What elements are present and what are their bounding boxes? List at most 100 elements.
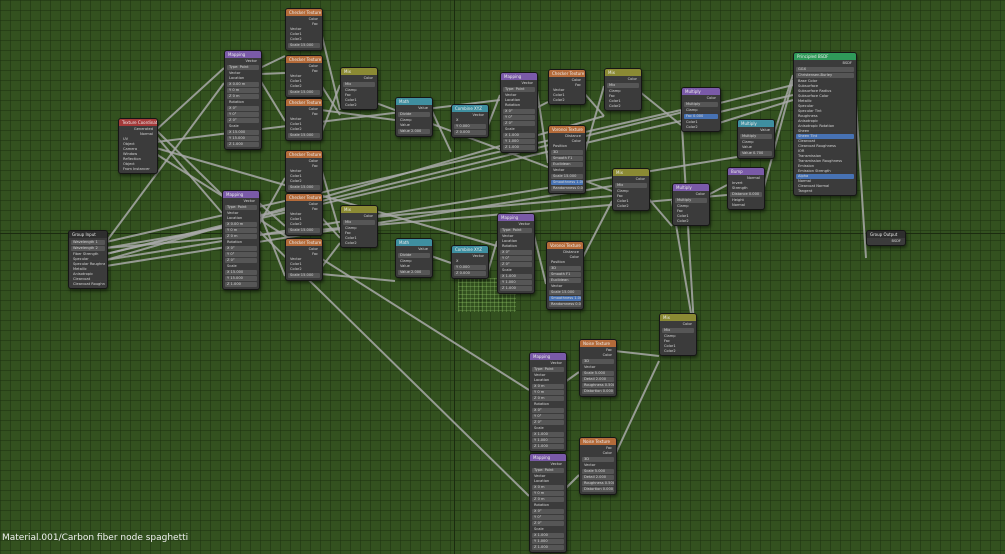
input-socket-row[interactable]: Z 0.000 xyxy=(454,130,486,135)
input-socket-row[interactable]: Smooth F1 xyxy=(549,272,581,277)
node-mapping-r2[interactable]: Mapping Vector Type: Point Vector Location Ro… xyxy=(497,213,535,294)
input-socket-row[interactable]: Y 0° xyxy=(503,115,535,120)
input-socket-row[interactable]: Z 0 m xyxy=(532,396,564,401)
input-socket-row[interactable]: Y 0.000 xyxy=(454,124,486,129)
input-socket-row[interactable]: Color2 xyxy=(288,179,320,184)
node-voronoi-2[interactable]: Voronoi Texture Distance Color Position 3D Sm… xyxy=(546,241,584,310)
node-mapping-mid[interactable]: Mapping Vector Type: Point Vector Location X … xyxy=(222,190,260,290)
node-mix-2[interactable]: Mix Color Mix Clamp Fac Color1 Color2 xyxy=(340,205,378,248)
input-socket-row[interactable]: Scale 15.000 xyxy=(288,43,320,48)
input-socket-row[interactable]: Christensen-Burley xyxy=(796,73,854,78)
input-socket-row[interactable]: Z 0° xyxy=(532,521,564,526)
input-socket-row[interactable]: X xyxy=(454,259,486,264)
input-socket-row[interactable]: Type: Point xyxy=(532,367,564,372)
input-socket-row[interactable]: X 0.00 m xyxy=(225,222,257,227)
input-socket-row[interactable]: Smooth F1 xyxy=(551,156,583,161)
input-socket-row[interactable]: X 0° xyxy=(225,246,257,251)
input-socket-row[interactable]: Z 0 m xyxy=(532,497,564,502)
node-link-wire[interactable] xyxy=(155,129,530,497)
input-socket-row[interactable]: X 15.000 xyxy=(227,130,259,135)
input-socket-row[interactable]: Divide xyxy=(398,112,430,117)
node-mix-1[interactable]: Mix Color Mix Clamp Fac Color1 Color2 xyxy=(340,67,378,110)
node-link-wire[interactable] xyxy=(320,273,396,282)
input-socket-row[interactable]: Rotation xyxy=(225,240,257,245)
input-socket-row[interactable]: Z 1.000 xyxy=(500,286,532,291)
input-socket-row[interactable]: Value xyxy=(398,264,430,269)
node-title[interactable]: Texture Coordinate xyxy=(119,119,157,126)
input-socket-row[interactable]: Distortion 0.000 xyxy=(582,487,614,492)
node-link-wire[interactable] xyxy=(259,55,286,69)
input-socket-row[interactable]: Type: Point xyxy=(503,87,535,92)
input-socket-row[interactable]: Y 15.000 xyxy=(225,276,257,281)
input-socket-row[interactable]: Z 1.000 xyxy=(503,145,535,150)
input-socket-row[interactable]: Color2 xyxy=(343,103,375,108)
node-title[interactable]: Group Output xyxy=(867,231,905,238)
input-socket-row[interactable]: Location xyxy=(532,378,564,383)
input-socket-row[interactable]: Mix xyxy=(343,220,375,225)
node-link-wire[interactable] xyxy=(430,255,452,264)
node-link-wire[interactable] xyxy=(259,79,286,122)
input-socket-row[interactable]: Rotation xyxy=(500,244,532,249)
input-socket-row[interactable]: Fac 0.000 xyxy=(684,114,718,119)
node-principled[interactable]: Principled BSDF BSDF GGX Christensen-Burley… xyxy=(793,52,857,196)
input-socket-row[interactable]: X 15.000 xyxy=(225,270,257,275)
node-link-wire[interactable] xyxy=(614,360,660,456)
input-socket-row[interactable]: Y 0° xyxy=(227,112,259,117)
input-socket-row[interactable]: Scale 15.000 xyxy=(288,90,320,95)
node-title[interactable]: Mapping xyxy=(225,51,261,58)
input-socket-row[interactable]: Scale 15.000 xyxy=(288,133,320,138)
input-socket-row[interactable]: Wavelength 2 xyxy=(71,246,105,251)
node-checker-r1[interactable]: Checker Texture Color Fac Vector Color1 Color… xyxy=(548,69,586,105)
node-combine-1[interactable]: Combine XYZ Vector X Y 0.000 Z 0.000 xyxy=(451,104,489,138)
input-socket-row[interactable]: X 0° xyxy=(532,509,564,514)
output-socket-row[interactable]: Color xyxy=(675,192,707,197)
node-checker-5[interactable]: Checker Texture Color Fac Vector Color1 Color… xyxy=(285,193,323,236)
input-socket-row[interactable]: Value xyxy=(740,145,772,150)
input-socket-row[interactable]: X 1.000 xyxy=(500,274,532,279)
input-socket-row[interactable]: Y 0 m xyxy=(227,88,259,93)
input-socket-row[interactable]: Randomness 0.000 xyxy=(549,302,581,307)
node-math-multiply[interactable]: Multiply Value Multiply Clamp Value Value 0.7… xyxy=(737,119,775,159)
node-title[interactable]: Math xyxy=(396,239,432,246)
input-socket-row[interactable]: X xyxy=(454,118,486,123)
input-socket-row[interactable]: Y 0 m xyxy=(532,491,564,496)
input-socket-row[interactable]: Z 0 m xyxy=(225,234,257,239)
input-socket-row[interactable]: Color2 xyxy=(551,98,583,103)
input-socket-row[interactable]: X 0° xyxy=(532,408,564,413)
input-socket-row[interactable]: Y 1.000 xyxy=(532,438,564,443)
input-socket-row[interactable]: Scale 15.000 xyxy=(288,228,320,233)
input-socket-row[interactable]: Y 15.000 xyxy=(227,136,259,141)
node-title[interactable]: Combine XYZ xyxy=(452,105,488,112)
input-socket-row[interactable]: Z 0° xyxy=(532,420,564,425)
output-socket-row[interactable]: Vector xyxy=(227,59,259,64)
input-socket-row[interactable]: Color2 xyxy=(288,37,320,42)
input-socket-row[interactable]: Y 1.000 xyxy=(500,280,532,285)
input-socket-row[interactable]: Tangent xyxy=(796,189,854,194)
output-socket-row[interactable]: Value xyxy=(398,247,430,252)
node-title[interactable]: Checker Texture xyxy=(286,239,322,246)
node-checker-1[interactable]: Checker Texture Color Fac Vector Color1 Color… xyxy=(285,8,323,51)
input-socket-row[interactable]: Normal xyxy=(730,203,762,208)
output-socket-row[interactable]: Color xyxy=(684,96,718,101)
node-title[interactable]: Noise Texture xyxy=(580,438,616,445)
input-socket-row[interactable]: Rotation xyxy=(503,103,535,108)
input-socket-row[interactable]: Z 0° xyxy=(227,118,259,123)
node-title[interactable]: Mix xyxy=(341,206,377,213)
node-title[interactable]: Noise Texture xyxy=(580,340,616,347)
input-socket-row[interactable]: Distortion 0.000 xyxy=(582,389,614,394)
input-socket-row[interactable]: Smoothness 1.000 xyxy=(549,296,581,301)
input-socket-row[interactable]: Color2 xyxy=(662,349,694,354)
node-title[interactable]: Mapping xyxy=(530,353,566,360)
node-mapping-b1[interactable]: Mapping Vector Type: Point Vector Location X … xyxy=(529,352,567,452)
output-socket-row[interactable]: Color xyxy=(607,77,639,82)
input-socket-row[interactable]: Multiply xyxy=(675,198,707,203)
input-socket-row[interactable]: Multiply xyxy=(684,102,718,107)
input-socket-row[interactable]: Z 1.000 xyxy=(225,282,257,287)
input-socket-row[interactable]: Rotation xyxy=(532,503,564,508)
node-title[interactable]: Checker Texture xyxy=(286,9,322,16)
output-socket-row[interactable]: Color xyxy=(662,322,694,327)
node-mapping-top[interactable]: Mapping Vector Type: Point Vector Location X … xyxy=(224,50,262,150)
node-link-wire[interactable] xyxy=(564,371,580,383)
node-title[interactable]: Checker Texture xyxy=(286,194,322,201)
input-socket-row[interactable]: Y 1.000 xyxy=(503,139,535,144)
